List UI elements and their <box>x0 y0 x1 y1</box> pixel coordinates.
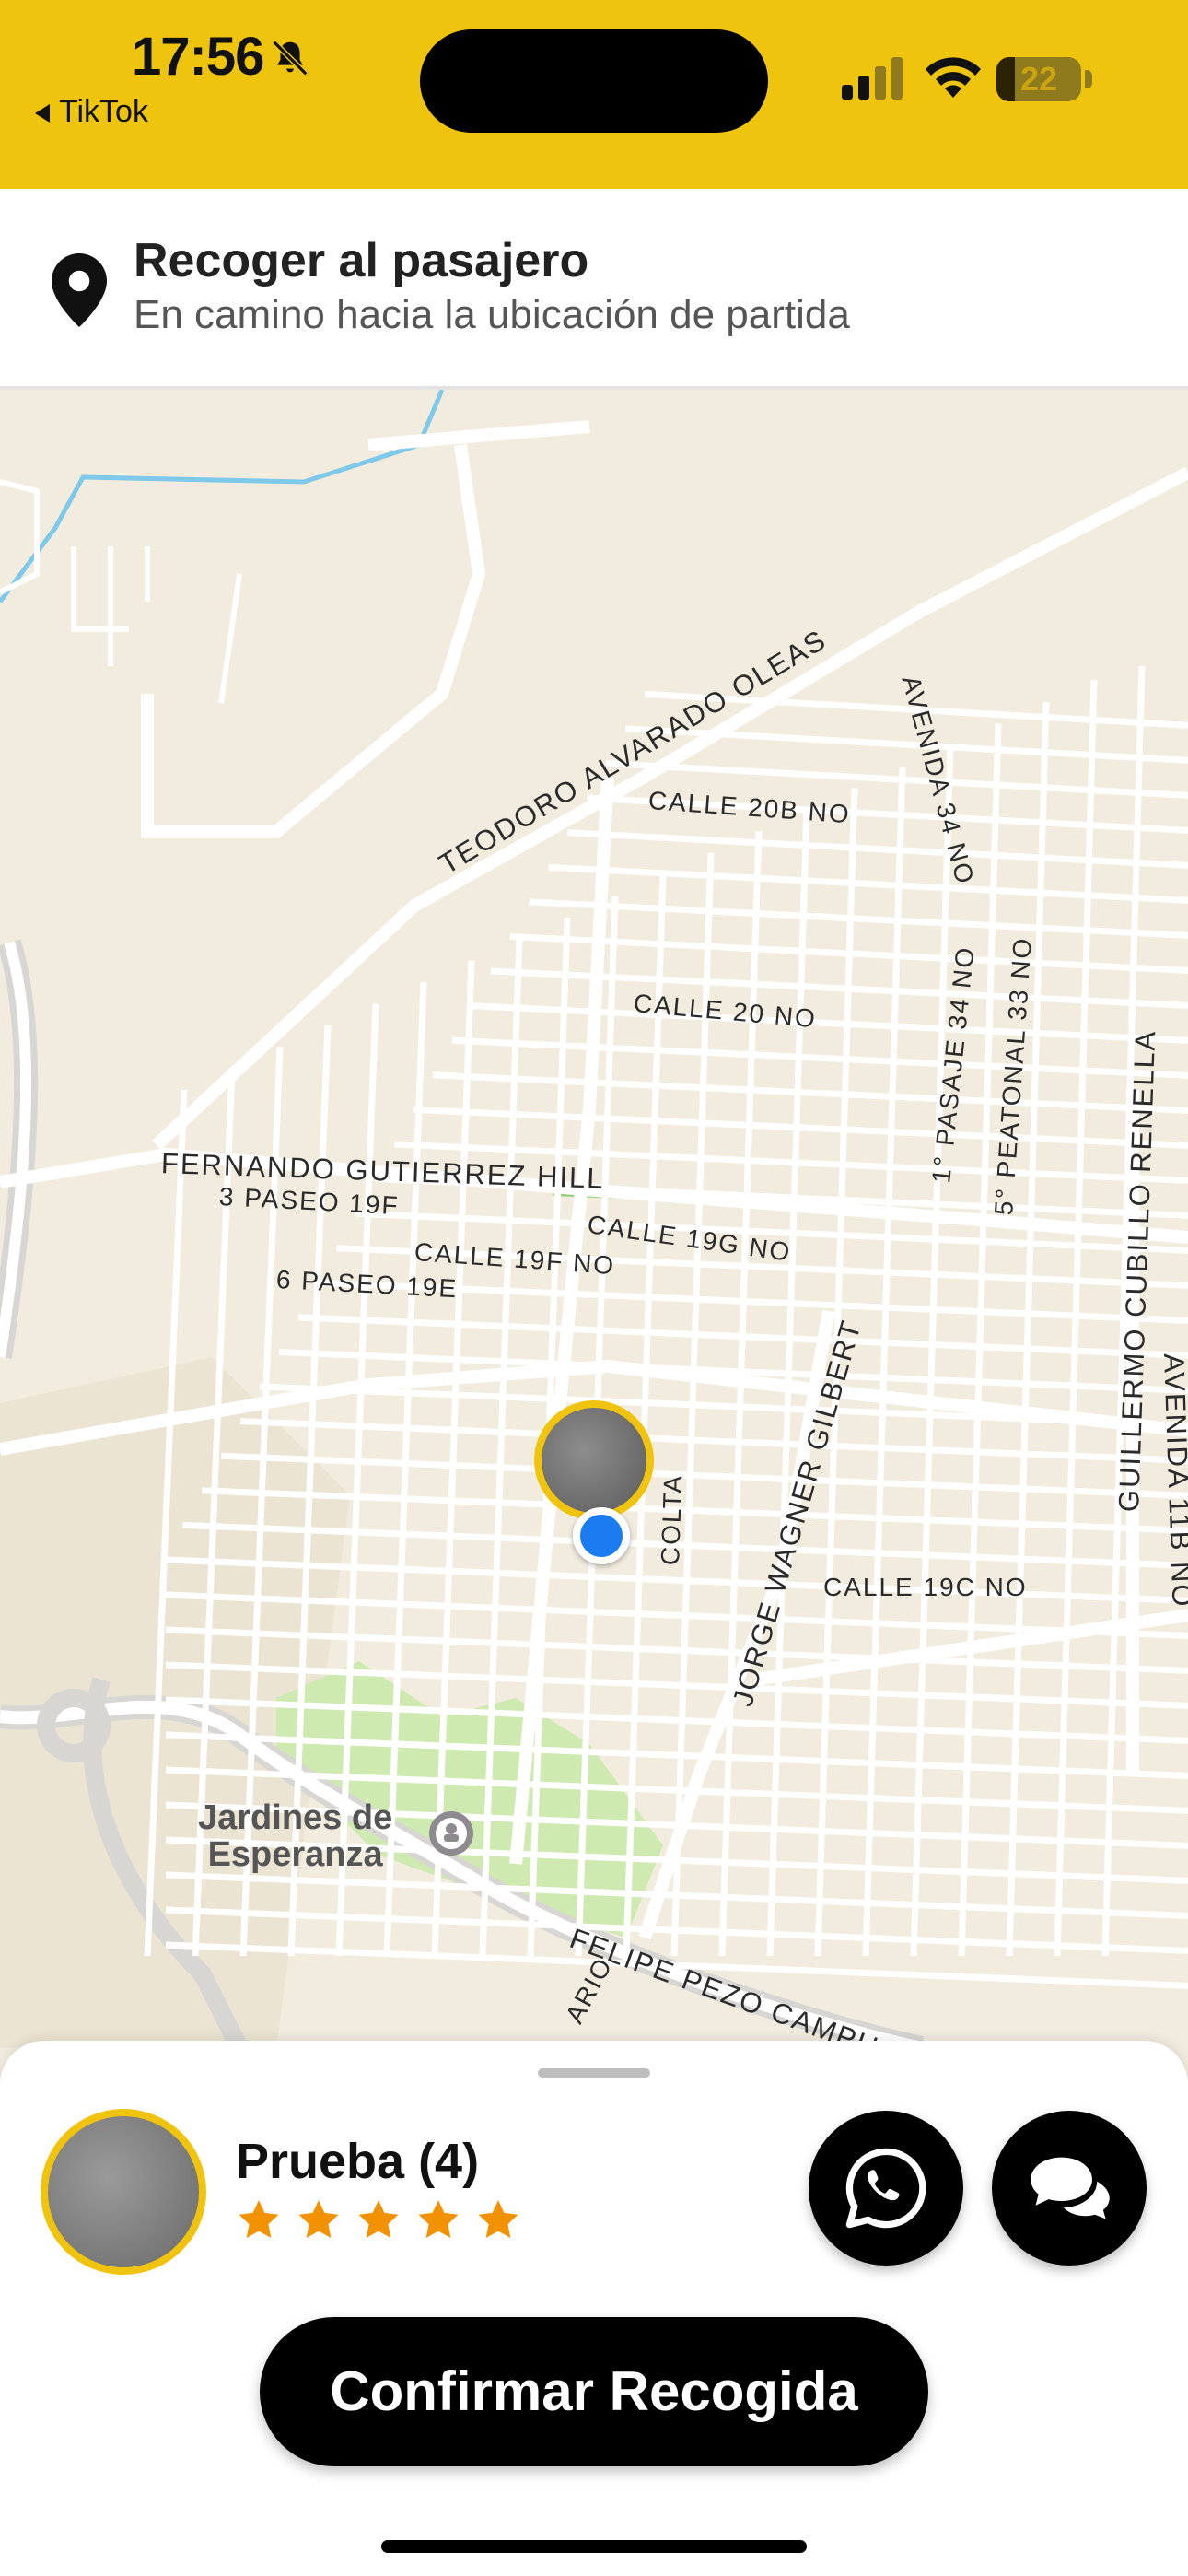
back-arrow-icon <box>35 104 50 123</box>
chat-bubbles-icon <box>1031 2157 1110 2219</box>
star-icon <box>239 2200 279 2238</box>
signal-icon <box>842 57 903 100</box>
street-label: CALLE 19C NO <box>823 1573 1028 1601</box>
passenger-rating <box>236 2197 521 2243</box>
bell-slash-icon <box>272 40 309 76</box>
whatsapp-button[interactable] <box>809 2111 963 2266</box>
trip-status-subtitle: En camino hacia la ubicación de partida <box>134 292 850 337</box>
current-location-dot <box>573 1507 630 1564</box>
location-pin-icon <box>52 253 107 327</box>
trip-status-title: Recoger al pasajero <box>134 234 589 287</box>
confirm-pickup-button[interactable]: Confirmar Recogida <box>260 2317 928 2466</box>
passenger-avatar <box>41 2109 206 2275</box>
star-icon <box>478 2200 518 2238</box>
status-bar: 17:56 TikTok 22 <box>0 0 1188 189</box>
passenger-name: Prueba (4) <box>236 2134 480 2189</box>
poi-name: Jardines de Esperanza <box>198 1798 393 1874</box>
back-app-label: TikTok <box>59 94 148 129</box>
whatsapp-icon <box>845 2148 926 2229</box>
trip-status-header: Recoger al pasajero En camino hacia la u… <box>0 189 1188 390</box>
star-icon <box>358 2200 399 2238</box>
sheet-grabber[interactable] <box>538 2068 650 2078</box>
star-icon <box>418 2200 459 2238</box>
battery-cap <box>1085 70 1092 88</box>
passenger-sheet: Prueba (4) Confirmar Recogida <box>0 2041 1188 2576</box>
home-indicator <box>381 2540 807 2553</box>
back-to-app-link[interactable]: TikTok <box>35 94 148 130</box>
driver-avatar-marker[interactable] <box>534 1400 654 1520</box>
wifi-icon <box>926 57 981 98</box>
star-icon <box>298 2200 339 2238</box>
street-label: COLTA <box>656 1473 688 1566</box>
battery-percent: 22 <box>1019 60 1058 98</box>
cemetery-icon <box>429 1811 473 1856</box>
dynamic-island <box>420 29 768 133</box>
chat-button[interactable] <box>992 2111 1147 2266</box>
poi-label: Jardines de Esperanza <box>198 1799 392 1873</box>
map-view[interactable]: TEODORO ALVARADO OLEAS CALLE 20B NO AVEN… <box>0 390 1188 2048</box>
battery-icon: 22 <box>996 57 1081 101</box>
status-time: 17:56 <box>132 27 264 87</box>
